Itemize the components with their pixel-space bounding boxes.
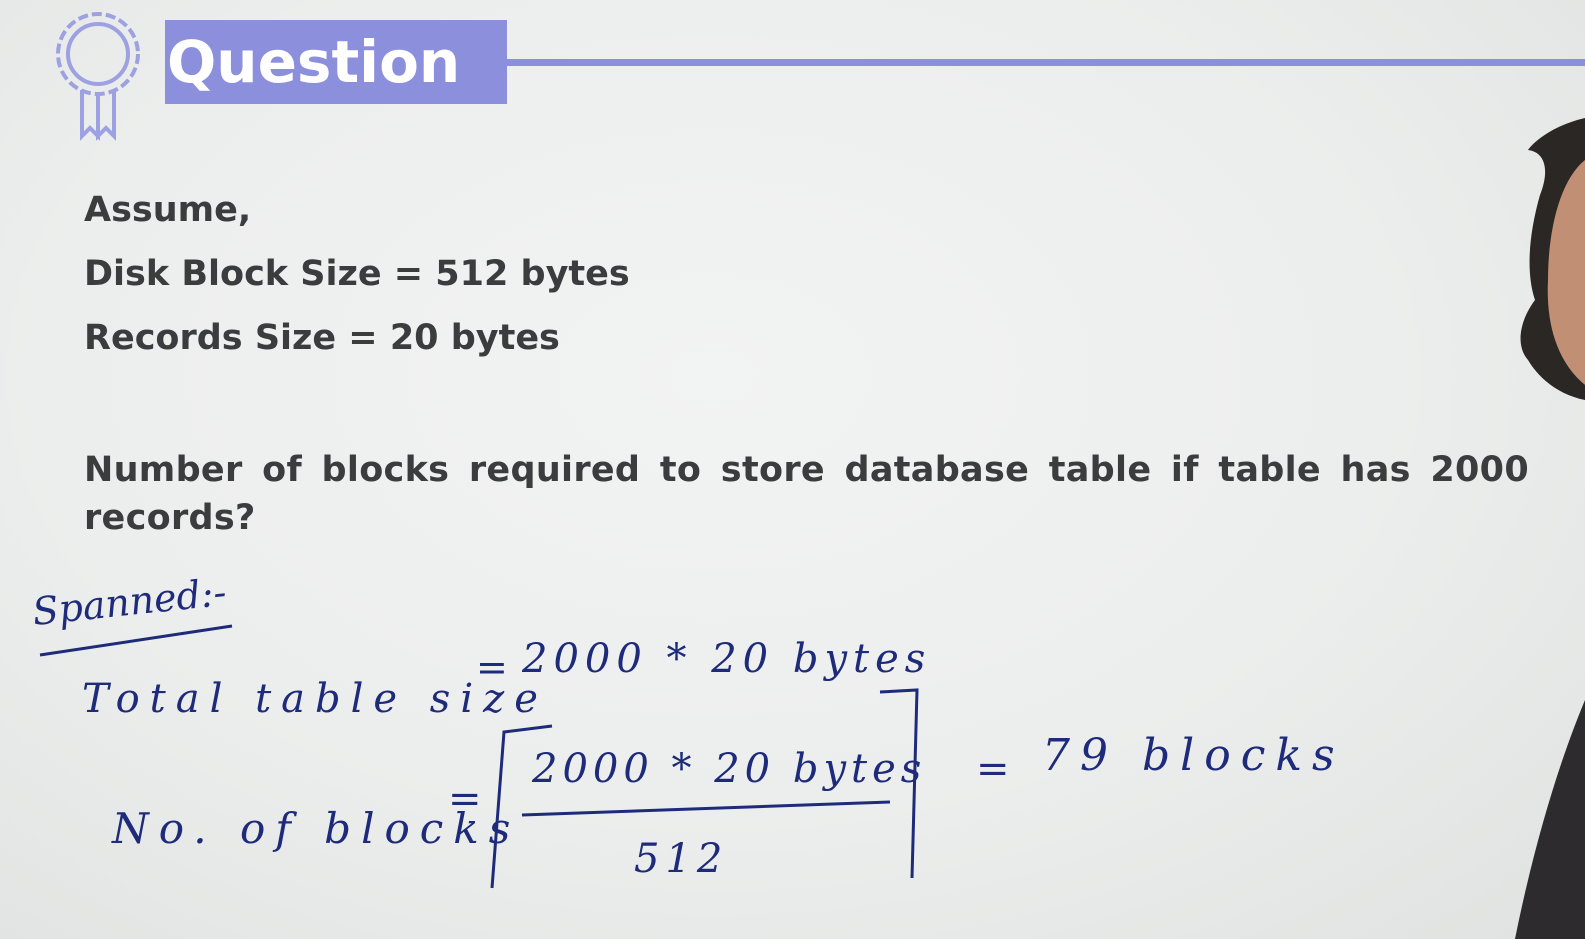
handwritten-solution: Spanned:- Total table size = 2000 * 20 b… [30,570,1345,889]
total-size-value: 2000 * 20 bytes [521,636,931,682]
fraction-denominator: 512 [634,836,728,882]
result-equals: = [976,746,1010,792]
fraction-numerator: 2000 * 20 bytes [531,746,926,792]
spanned-heading: Spanned:- [30,570,228,634]
result-value: 79 blocks [1042,730,1345,781]
total-size-equals: = [476,645,508,689]
fraction-bar [521,800,891,817]
blocks-equals: = [448,776,482,822]
